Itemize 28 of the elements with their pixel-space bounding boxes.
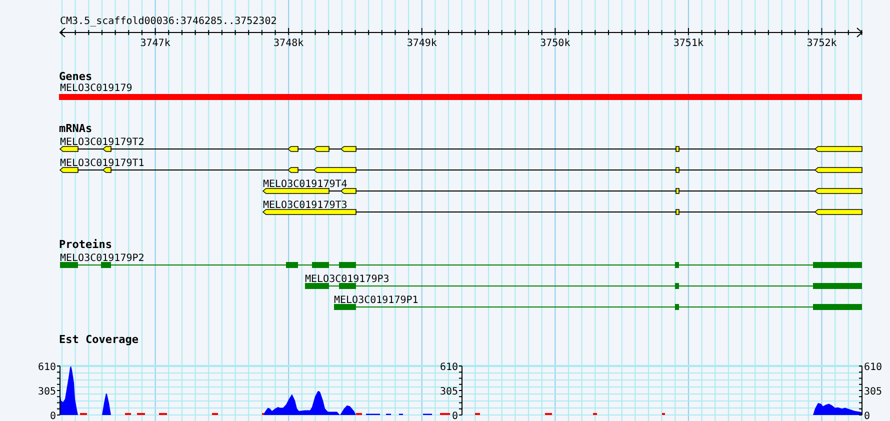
tick-label: 610 bbox=[38, 362, 56, 373]
feature-label: MELO3C019179P1 bbox=[334, 295, 418, 306]
ruler-label: 3748k bbox=[274, 38, 304, 49]
tick-label: 305 bbox=[440, 386, 458, 398]
feature-label: MELO3C019179T3 bbox=[263, 200, 348, 211]
track-title: Proteins bbox=[59, 238, 112, 251]
tick-label: 305 bbox=[38, 386, 56, 398]
tick-label: 0 bbox=[452, 411, 458, 421]
ruler-label: 3751k bbox=[673, 38, 704, 49]
feature-label: MELO3C019179T2 bbox=[60, 137, 144, 148]
ruler-label: 3752k bbox=[806, 38, 837, 49]
tick-label: 0 bbox=[50, 411, 56, 421]
ruler-label: 3749k bbox=[406, 38, 437, 49]
tick-label: 610 bbox=[440, 362, 458, 373]
feature-label: MELO3C019179T1 bbox=[60, 158, 144, 169]
feature-label: MELO3C019179T4 bbox=[263, 179, 348, 190]
tick-label: 305 bbox=[864, 386, 882, 398]
feature-label: MELO3C019179P2 bbox=[60, 253, 144, 264]
tick-label: 0 bbox=[864, 411, 870, 421]
track-title: Est Coverage bbox=[59, 333, 138, 346]
ruler-label: 3750k bbox=[540, 38, 570, 49]
ruler-label: 3747k bbox=[140, 38, 170, 49]
feature-label: MELO3C019179P3 bbox=[305, 274, 390, 285]
track-title: mRNAs bbox=[59, 122, 92, 135]
feature-label: MELO3C019179 bbox=[60, 83, 132, 94]
tick-label: 610 bbox=[864, 362, 882, 373]
track-title: Genes bbox=[59, 70, 92, 83]
ruler-title: CM3.5_scaffold00036:3746285..3752302 bbox=[60, 16, 277, 27]
